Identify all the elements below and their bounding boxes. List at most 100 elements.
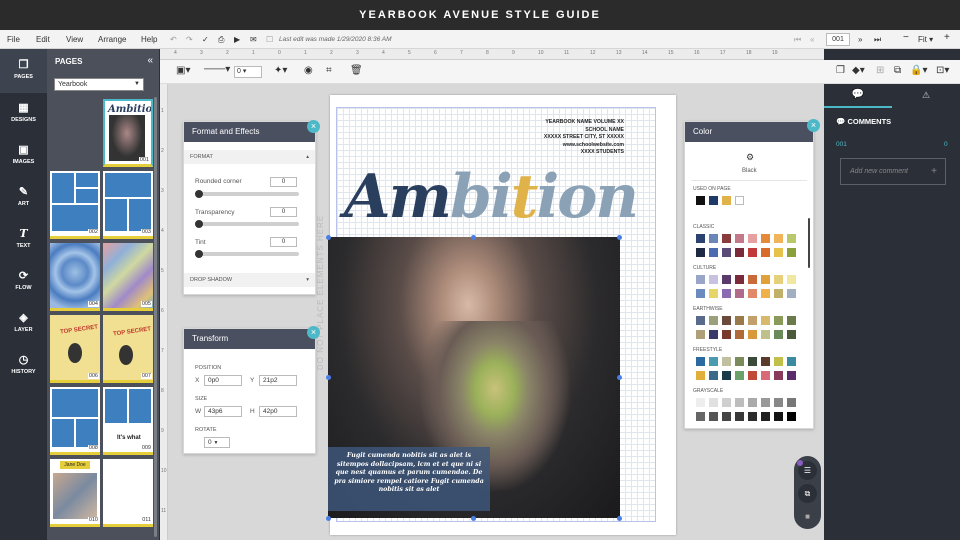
color-swatch[interactable] (761, 412, 770, 421)
y-input[interactable]: 21p2 (259, 375, 297, 386)
color-swatch[interactable] (761, 357, 770, 366)
color-swatch[interactable] (774, 248, 783, 257)
color-scrollbar[interactable] (808, 218, 810, 268)
page-thumb-001[interactable]: Ambition 001 (103, 99, 153, 167)
x-input[interactable]: 0p0 (204, 375, 242, 386)
page-thumb-003[interactable]: 003 (103, 171, 153, 239)
color-swatch[interactable] (696, 275, 705, 284)
color-swatch[interactable] (709, 371, 718, 380)
color-swatch[interactable] (709, 357, 718, 366)
page-thumb-005[interactable]: 005 (103, 243, 153, 311)
comment-icon[interactable]: ✉ (250, 35, 257, 44)
page-thumb-006[interactable]: TOP SECRET 006 (50, 315, 100, 383)
color-swatch[interactable] (735, 275, 744, 284)
next-page-icon[interactable]: » (858, 35, 862, 44)
color-swatch[interactable] (696, 398, 705, 407)
color-swatch[interactable] (748, 412, 757, 421)
color-swatch[interactable] (722, 316, 731, 325)
resize-handle[interactable] (617, 516, 622, 521)
crop-icon[interactable]: ⌗ (326, 65, 332, 76)
resize-handle[interactable] (326, 235, 331, 240)
color-swatch[interactable] (696, 412, 705, 421)
tint-slider[interactable] (197, 252, 299, 256)
menu-arrange[interactable]: Arrange (98, 35, 126, 44)
color-swatch[interactable] (722, 412, 731, 421)
color-swatch[interactable] (735, 412, 744, 421)
color-swatch[interactable] (787, 234, 796, 243)
color-swatch[interactable] (761, 289, 770, 298)
rail-pages[interactable]: ❐ PAGES (0, 49, 47, 93)
menu-file[interactable]: File (7, 35, 20, 44)
color-swatch[interactable] (735, 196, 744, 205)
color-swatch[interactable] (735, 330, 744, 339)
color-swatch[interactable] (761, 234, 770, 243)
undo-icon[interactable]: ↶ (170, 35, 177, 44)
page-thumb-004[interactable]: 004 (50, 243, 100, 311)
color-swatch[interactable] (748, 371, 757, 380)
zoom-in-icon[interactable]: + (944, 32, 950, 43)
rail-layer[interactable]: ◈ LAYER (0, 311, 47, 333)
rail-history[interactable]: ◷ HISTORY (0, 353, 47, 375)
color-swatch[interactable] (787, 357, 796, 366)
color-swatch[interactable] (787, 275, 796, 284)
color-swatch[interactable] (696, 357, 705, 366)
align-icon[interactable]: ⊡▾ (936, 65, 949, 76)
color-swatch[interactable] (696, 371, 705, 380)
width-input[interactable]: 43p6 (204, 406, 242, 417)
color-swatch[interactable] (696, 234, 705, 243)
headline-text[interactable]: Ambition (344, 162, 639, 232)
color-swatch[interactable] (761, 248, 770, 257)
color-swatch[interactable] (735, 248, 744, 257)
group-icon[interactable]: ⊞ (876, 65, 884, 76)
color-swatch[interactable] (787, 371, 796, 380)
color-swatch[interactable] (748, 398, 757, 407)
format-section-header[interactable]: FORMAT ▴ (184, 150, 315, 164)
color-swatch[interactable] (774, 316, 783, 325)
page-thumb-010[interactable]: Jane Doe 010 (50, 459, 100, 527)
page-thumb-008[interactable]: 008 (50, 387, 100, 455)
transparency-slider[interactable] (197, 222, 299, 226)
resize-handle[interactable] (617, 235, 622, 240)
color-swatch[interactable] (787, 398, 796, 407)
color-swatch[interactable] (722, 196, 731, 205)
color-swatch[interactable] (709, 330, 718, 339)
rail-images[interactable]: ▣ IMAGES (0, 143, 47, 165)
color-swatch[interactable] (735, 234, 744, 243)
menu-edit[interactable]: Edit (36, 35, 50, 44)
color-swatch[interactable] (748, 289, 757, 298)
rotate-select[interactable]: 0 ▼ (204, 437, 230, 448)
color-swatch[interactable] (709, 275, 718, 284)
page-thumb-002[interactable]: 002 (50, 171, 100, 239)
slider-knob[interactable] (195, 220, 203, 228)
color-swatch[interactable] (722, 398, 731, 407)
resize-handle[interactable] (471, 235, 476, 240)
close-icon[interactable]: × (307, 120, 320, 133)
page-thumb-009[interactable]: It's what 009 (103, 387, 153, 455)
color-picker-icon[interactable]: ⚙ (746, 152, 754, 163)
color-swatch[interactable] (787, 412, 796, 421)
color-swatch[interactable] (748, 316, 757, 325)
color-swatch[interactable] (787, 316, 796, 325)
color-swatch[interactable] (696, 248, 705, 257)
color-swatch[interactable] (722, 357, 731, 366)
color-swatch[interactable] (774, 398, 783, 407)
color-swatch[interactable] (774, 234, 783, 243)
color-swatch[interactable] (709, 234, 718, 243)
height-input[interactable]: 42p0 (259, 406, 297, 417)
collapse-panel-icon[interactable]: « (147, 55, 153, 66)
color-swatch[interactable] (696, 316, 705, 325)
page-number-input[interactable]: 001 (826, 33, 850, 46)
color-swatch[interactable] (696, 196, 705, 205)
book-select[interactable]: Yearbook ▼ (54, 78, 144, 91)
rail-art[interactable]: ✎ ART (0, 185, 47, 207)
color-swatch[interactable] (774, 357, 783, 366)
color-swatch[interactable] (748, 275, 757, 284)
square-icon[interactable]: ■ (798, 507, 817, 526)
link-icon[interactable]: ⧉ (894, 65, 901, 76)
color-swatch[interactable] (774, 275, 783, 284)
rail-text[interactable]: T TEXT (0, 227, 47, 249)
color-swatch[interactable] (774, 371, 783, 380)
school-info-block[interactable]: YEARBOOK NAME VOLUME XX SCHOOL NAME XXXX… (520, 119, 624, 157)
target-icon[interactable]: ◉ (304, 65, 313, 76)
caption-text[interactable]: Fugit cumenda nobitis sit as alet is sit… (328, 447, 490, 511)
